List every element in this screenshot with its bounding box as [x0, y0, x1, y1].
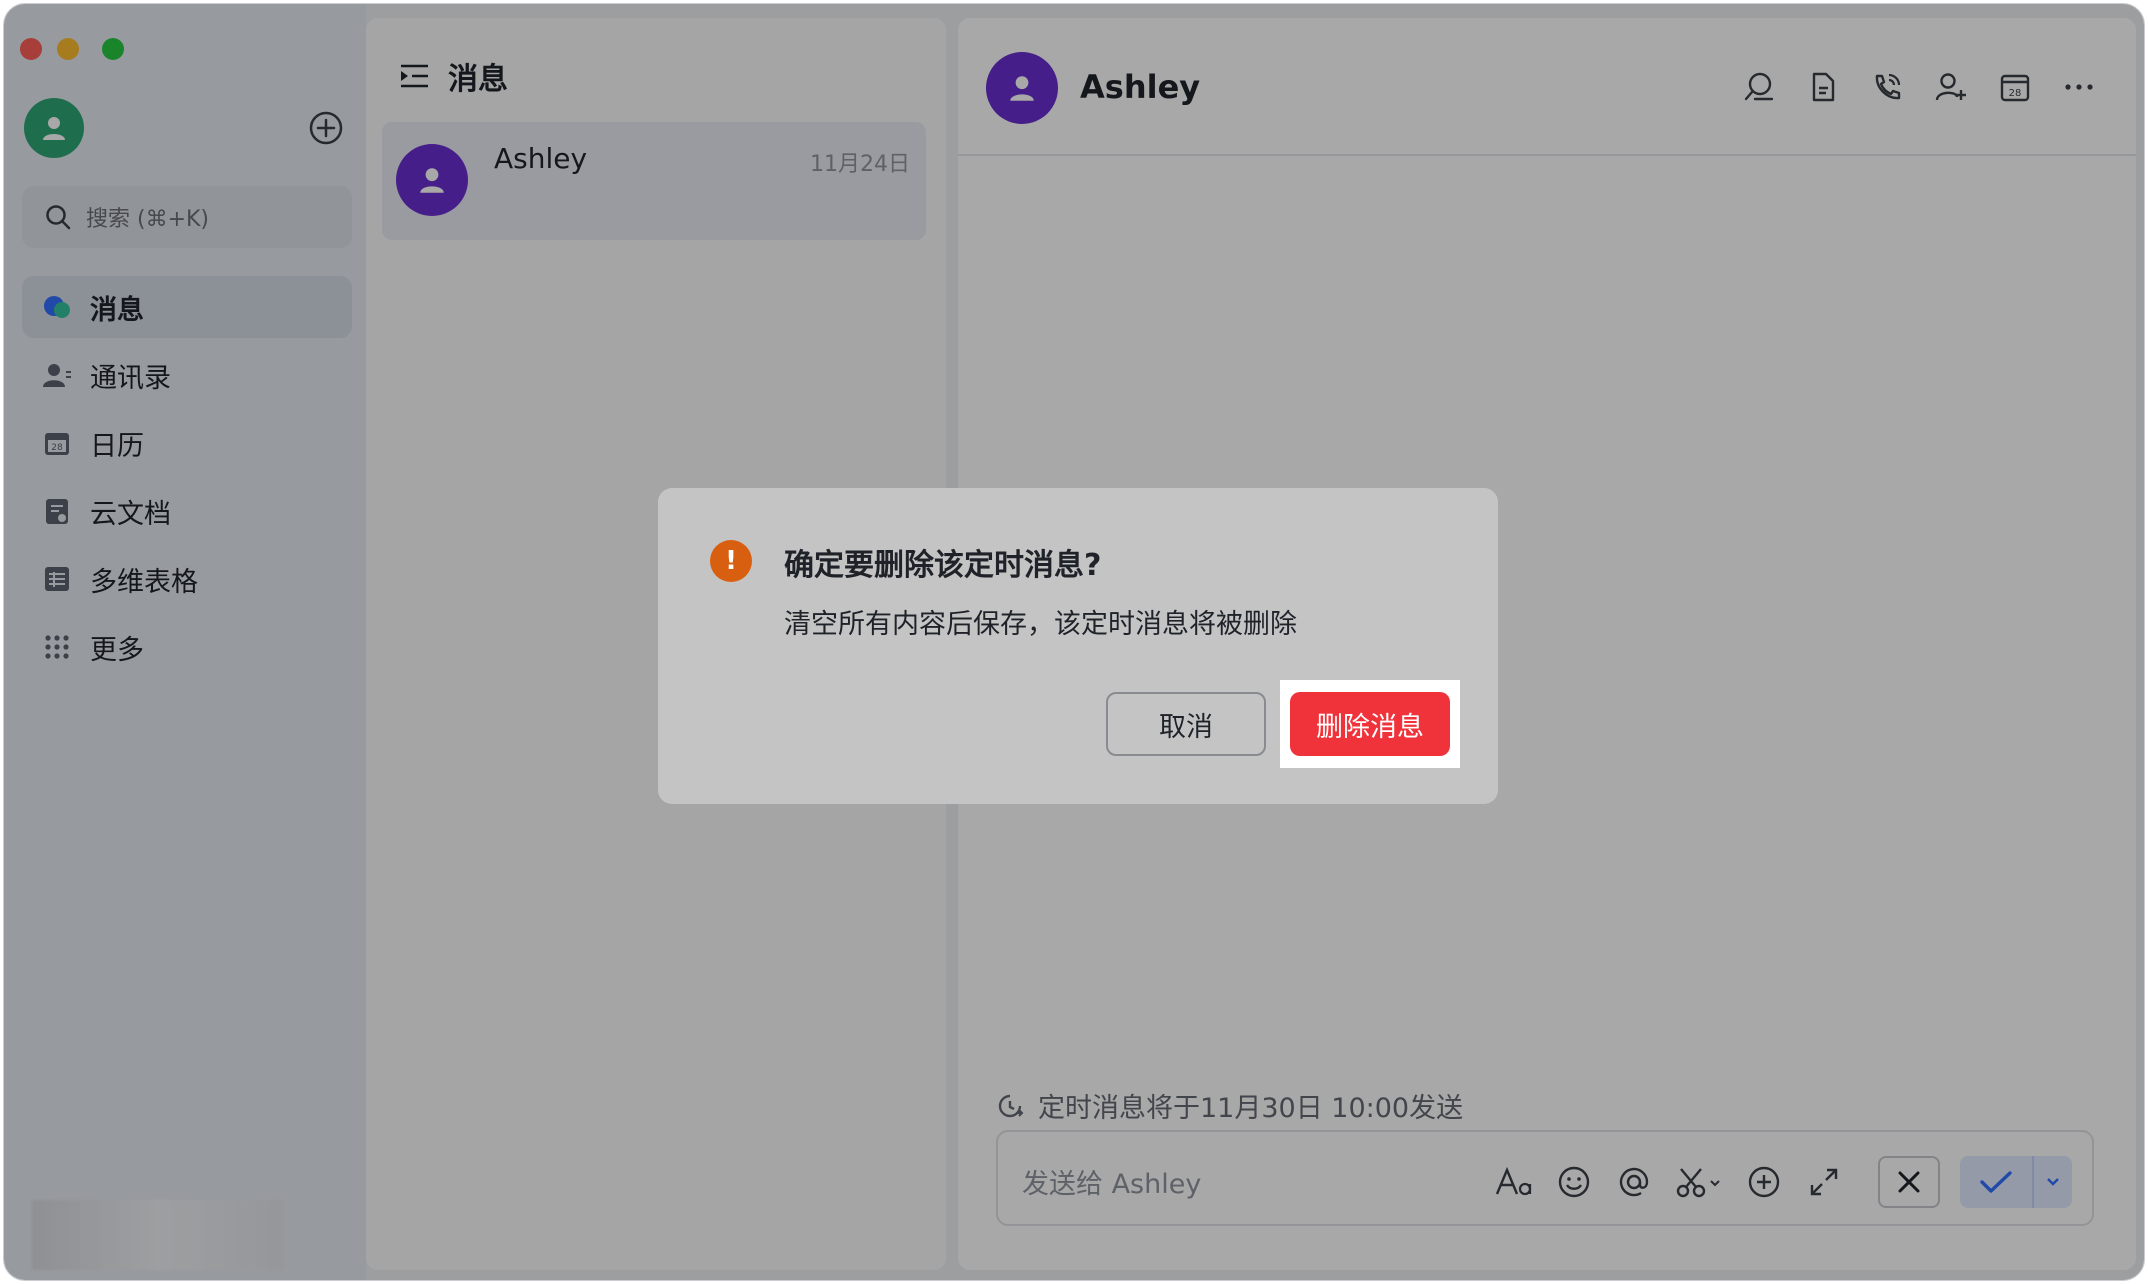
dialog-description: 清空所有内容后保存，该定时消息将被删除 — [784, 609, 1297, 640]
dialog-title: 确定要删除该定时消息? — [784, 548, 1102, 583]
delete-button-highlight: 删除消息 — [1280, 680, 1460, 768]
warning-icon: ! — [710, 540, 752, 582]
delete-message-button[interactable]: 删除消息 — [1290, 692, 1450, 756]
cancel-button[interactable]: 取消 — [1106, 692, 1266, 756]
confirm-delete-dialog: ! 确定要删除该定时消息? 清空所有内容后保存，该定时消息将被删除 取消 删除消… — [658, 488, 1498, 804]
app-window: 搜索 (⌘+K) 消息 通讯录 28 日历 云文档 多维表格 更多 消息 Ash… — [3, 3, 2145, 1281]
